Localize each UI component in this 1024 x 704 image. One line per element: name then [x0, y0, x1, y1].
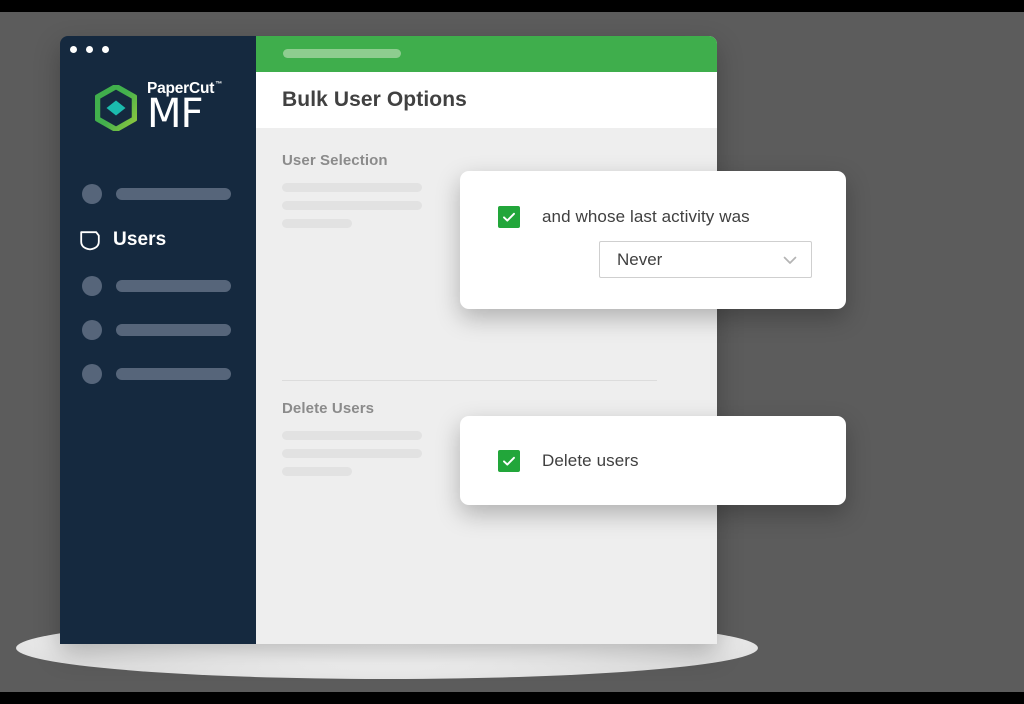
sidebar-item-placeholder-4[interactable]: [60, 352, 256, 396]
window-dot-close-icon[interactable]: [70, 46, 77, 53]
last-activity-select[interactable]: Never: [599, 241, 812, 278]
sidebar-item-label-placeholder: [116, 188, 231, 200]
bullet-icon: [82, 320, 102, 340]
content-pane: Bulk User Options User Selection Delete …: [256, 36, 717, 644]
delete-users-checkbox-label: Delete users: [542, 451, 639, 470]
sidebar-item-label-placeholder: [116, 368, 231, 380]
sidebar-item-label-placeholder: [116, 280, 231, 292]
skeleton-line: [282, 467, 352, 476]
bullet-icon: [82, 276, 102, 296]
screenshot-stage: PaperCut™ MF Users Bulk User Options Use…: [0, 0, 1024, 704]
section-delete-users: Delete Users: [282, 400, 422, 485]
sidebar-item-placeholder-2[interactable]: [60, 264, 256, 308]
green-bar-placeholder-pill: [283, 49, 401, 58]
chevron-down-icon: [780, 250, 800, 270]
top-green-bar: [256, 36, 717, 72]
skeleton-line: [282, 183, 422, 192]
section-divider: [282, 380, 657, 381]
sidebar-nav: Users: [60, 172, 256, 396]
window-dot-maximize-icon[interactable]: [102, 46, 109, 53]
brand-name-mf: MF: [146, 91, 204, 137]
window-dot-minimize-icon[interactable]: [86, 46, 93, 53]
brand-logo: PaperCut™ MF: [60, 80, 256, 137]
last-activity-select-value: Never: [617, 249, 663, 269]
popup-delete-users: Delete users: [460, 416, 846, 505]
bullet-icon: [82, 184, 102, 204]
sidebar-item-users[interactable]: Users: [60, 216, 256, 264]
papercut-hexagon-logo-icon: [94, 84, 137, 131]
sidebar: PaperCut™ MF Users: [60, 36, 256, 644]
section-title: User Selection: [282, 152, 388, 169]
skeleton-line: [282, 201, 422, 210]
skeleton-line: [282, 431, 422, 440]
section-title: Delete Users: [282, 400, 375, 417]
page-title-bar: Bulk User Options: [256, 72, 717, 128]
skeleton-line: [282, 219, 352, 228]
popup-last-activity: and whose last activity was Never: [460, 171, 846, 309]
page-title: Bulk User Options: [282, 88, 467, 111]
check-icon[interactable]: [498, 450, 520, 472]
sidebar-item-placeholder-1[interactable]: [60, 172, 256, 216]
last-activity-checkbox-label: and whose last activity was: [542, 207, 750, 226]
bullet-icon: [82, 364, 102, 384]
brand-name-papercut: PaperCut™: [146, 80, 223, 97]
trademark-symbol: ™: [215, 80, 223, 88]
skeleton-line: [282, 449, 422, 458]
sidebar-item-label-placeholder: [116, 324, 231, 336]
sidebar-item-placeholder-3-active[interactable]: [60, 308, 256, 352]
sidebar-item-users-label: Users: [113, 229, 167, 250]
last-activity-checkbox-row[interactable]: and whose last activity was: [498, 206, 750, 228]
check-icon[interactable]: [498, 206, 520, 228]
delete-users-checkbox-row[interactable]: Delete users: [498, 450, 639, 472]
section-user-selection: User Selection: [282, 152, 422, 237]
shield-icon: [78, 228, 102, 252]
app-window: PaperCut™ MF Users Bulk User Options Use…: [60, 36, 717, 644]
window-controls: [66, 46, 113, 53]
